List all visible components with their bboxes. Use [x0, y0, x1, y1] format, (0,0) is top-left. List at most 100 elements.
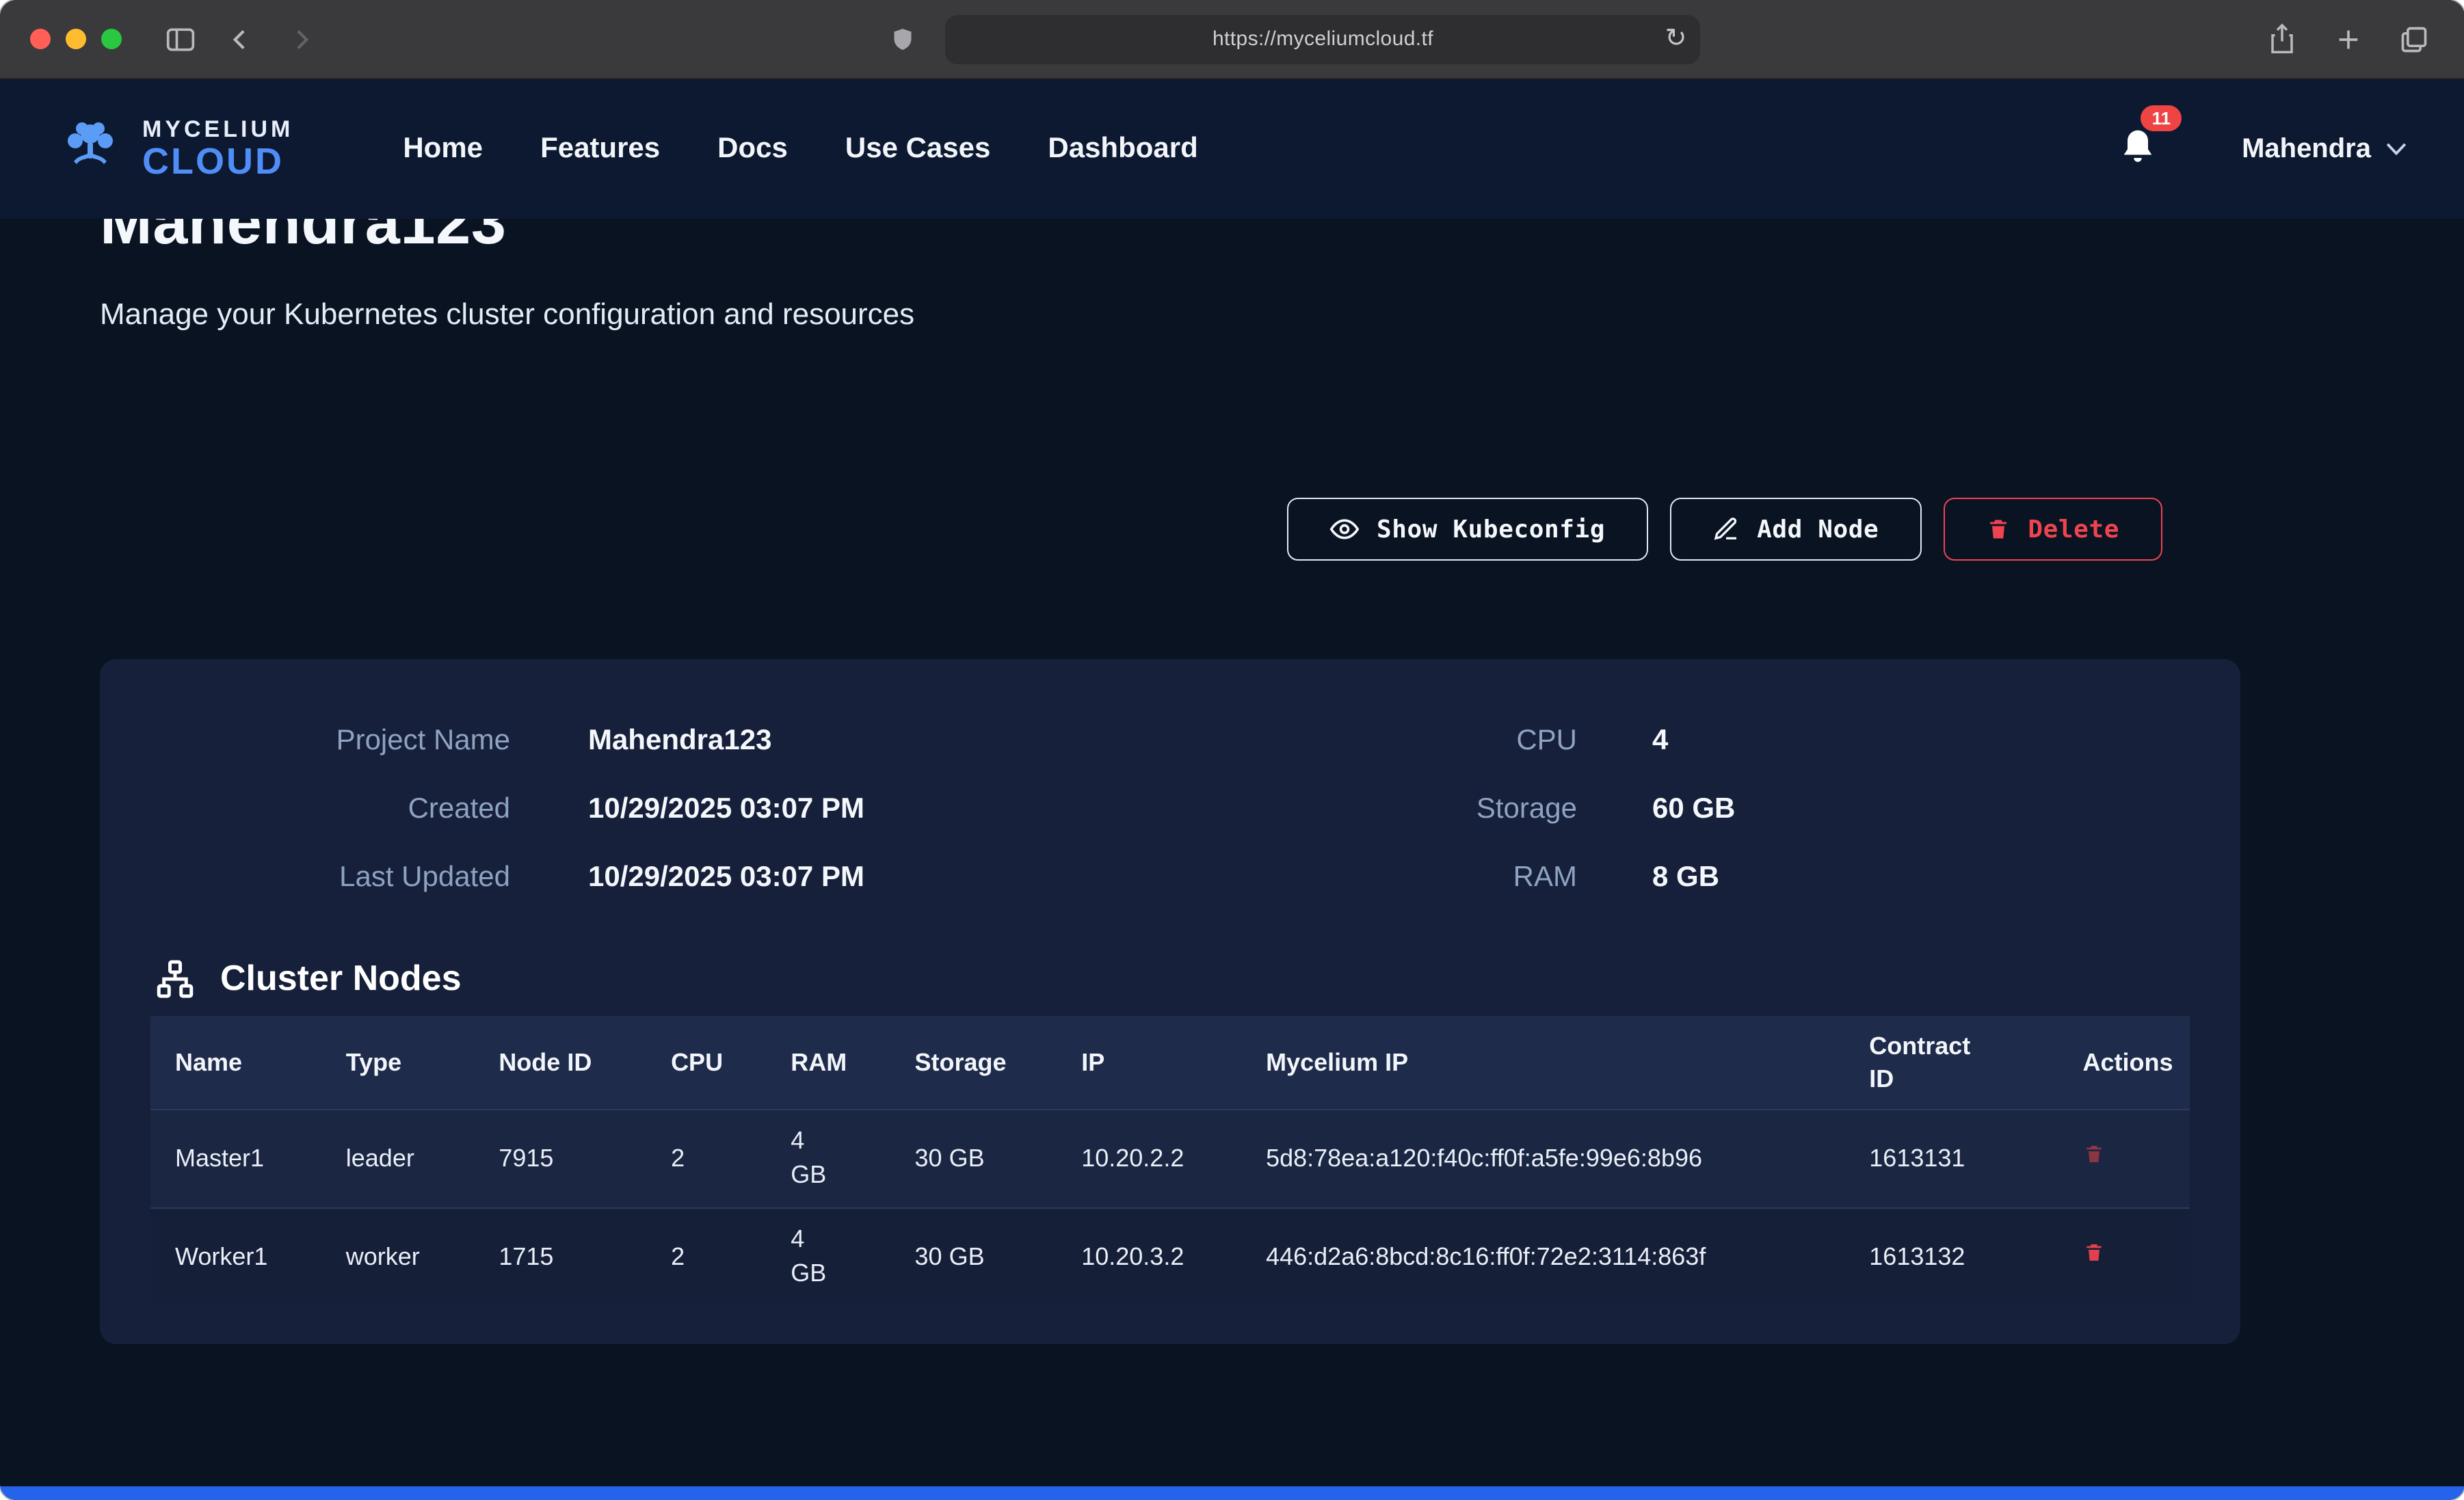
detail-value-cpu: 4	[1577, 725, 2240, 758]
reload-icon[interactable]: ↻	[1665, 20, 1687, 58]
chevron-down-icon	[2385, 141, 2407, 157]
cell-contract-id: 1613132	[1844, 1207, 2058, 1306]
table-header-row: Name Type Node ID CPU RAM Storage IP Myc…	[150, 1016, 2189, 1109]
site-header: MYCELIUM CLOUD Home Features Docs Use Ca…	[0, 79, 2464, 219]
cluster-details: Project Name Mahendra123 CPU 4 Created 1…	[168, 725, 2240, 894]
logo-line2: CLOUD	[142, 144, 293, 180]
nodes-table: Name Type Node ID CPU RAM Storage IP Myc…	[150, 1016, 2189, 1306]
user-menu[interactable]: Mahendra	[2242, 133, 2407, 165]
detail-value-created: 10/29/2025 03:07 PM	[510, 793, 1126, 826]
col-ram: RAM	[766, 1016, 890, 1109]
trash-icon	[2082, 1141, 2104, 1166]
back-button[interactable]	[220, 18, 261, 59]
cell-storage: 30 GB	[890, 1207, 1057, 1306]
cell-actions	[2058, 1207, 2189, 1306]
cluster-nodes-icon	[155, 958, 196, 999]
minimize-window-button[interactable]	[66, 29, 86, 49]
cell-mycelium-ip: 446:d2a6:8bcd:8c16:ff0f:72e2:3114:863f	[1241, 1207, 1844, 1306]
col-actions: Actions	[2058, 1016, 2189, 1109]
nav-docs[interactable]: Docs	[717, 133, 788, 165]
forward-button[interactable]	[280, 18, 321, 59]
col-name: Name	[150, 1016, 321, 1109]
user-name: Mahendra	[2242, 133, 2371, 165]
cell-ram: 4 GB	[766, 1207, 890, 1306]
cell-actions	[2058, 1109, 2189, 1207]
trash-icon	[1985, 515, 2010, 543]
sidebar-toggle-icon[interactable]	[160, 18, 201, 59]
col-cpu: CPU	[646, 1016, 766, 1109]
logo[interactable]: MYCELIUM CLOUD	[57, 118, 293, 180]
share-icon[interactable]	[2262, 18, 2303, 59]
cell-name: Master1	[150, 1109, 321, 1207]
cell-contract-id: 1613131	[1844, 1109, 2058, 1207]
detail-label: Project Name	[168, 725, 510, 758]
detail-label: Storage	[1126, 793, 1577, 826]
delete-node-button[interactable]	[2082, 1141, 2104, 1166]
cell-cpu: 2	[646, 1109, 766, 1207]
page-content: Mahendra123 Manage your Kubernetes clust…	[0, 219, 2464, 1486]
cluster-actions: Show Kubeconfig Add Node Delete	[100, 498, 2162, 561]
zoom-window-button[interactable]	[101, 29, 122, 49]
node-row-worker1: Worker1 worker 1715 2 4 GB 30 GB 10.20.3…	[150, 1207, 2189, 1306]
delete-cluster-button[interactable]: Delete	[1943, 498, 2162, 561]
page-title: Mahendra123	[100, 219, 2240, 257]
cell-node-id: 1715	[474, 1207, 646, 1306]
eye-icon	[1329, 514, 1359, 544]
nav-use-cases[interactable]: Use Cases	[845, 133, 991, 165]
add-node-label: Add Node	[1757, 515, 1879, 544]
detail-label: Created	[168, 793, 510, 826]
cell-type: leader	[321, 1109, 475, 1207]
detail-label: CPU	[1126, 725, 1577, 758]
cluster-details-card: Project Name Mahendra123 CPU 4 Created 1…	[100, 659, 2240, 1344]
address-bar[interactable]: https://myceliumcloud.tf ↻	[946, 14, 1701, 64]
cell-name: Worker1	[150, 1207, 321, 1306]
cell-ram: 4 GB	[766, 1109, 890, 1207]
cell-type: worker	[321, 1207, 475, 1306]
window-controls	[30, 29, 122, 49]
cell-storage: 30 GB	[890, 1109, 1057, 1207]
detail-value-last-updated: 10/29/2025 03:07 PM	[510, 861, 1126, 894]
notification-badge: 11	[2141, 105, 2182, 131]
col-storage: Storage	[890, 1016, 1057, 1109]
col-type: Type	[321, 1016, 475, 1109]
tab-overview-icon[interactable]	[2393, 18, 2434, 59]
cell-mycelium-ip: 5d8:78ea:a120:f40c:ff0f:a5fe:99e6:8b96	[1241, 1109, 1844, 1207]
detail-label: Last Updated	[168, 861, 510, 894]
detail-value-ram: 8 GB	[1577, 861, 2240, 894]
browser-window: https://myceliumcloud.tf ↻	[0, 0, 2464, 1500]
show-kubeconfig-label: Show Kubeconfig	[1377, 515, 1605, 544]
col-mycelium-ip: Mycelium IP	[1241, 1016, 1844, 1109]
detail-label: RAM	[1126, 861, 1577, 894]
pencil-icon	[1712, 515, 1739, 543]
nodes-table-wrap: Name Type Node ID CPU RAM Storage IP Myc…	[150, 1016, 2189, 1306]
cell-node-id: 7915	[474, 1109, 646, 1207]
nav-home[interactable]: Home	[403, 133, 483, 165]
footer-accent-strip	[0, 1486, 2464, 1500]
browser-chrome: https://myceliumcloud.tf ↻	[0, 0, 2464, 79]
col-ip: IP	[1057, 1016, 1241, 1109]
cluster-nodes-title: Cluster Nodes	[220, 957, 462, 1000]
nav-features[interactable]: Features	[540, 133, 660, 165]
new-tab-icon[interactable]	[2327, 18, 2368, 59]
cell-cpu: 2	[646, 1207, 766, 1306]
logo-text: MYCELIUM CLOUD	[142, 118, 293, 180]
delete-node-button[interactable]	[2082, 1240, 2104, 1265]
col-contract-id: Contract ID	[1844, 1016, 2058, 1109]
cell-ip: 10.20.2.2	[1057, 1109, 1241, 1207]
privacy-shield-icon[interactable]	[883, 18, 924, 59]
col-node-id: Node ID	[474, 1016, 646, 1109]
cluster-nodes-heading: Cluster Nodes	[155, 957, 2240, 1000]
close-window-button[interactable]	[30, 29, 51, 49]
main-nav: Home Features Docs Use Cases Dashboard	[403, 133, 1197, 165]
nav-dashboard[interactable]: Dashboard	[1048, 133, 1197, 165]
bell-icon	[2119, 127, 2157, 168]
show-kubeconfig-button[interactable]: Show Kubeconfig	[1286, 498, 1647, 561]
add-node-button[interactable]: Add Node	[1669, 498, 1921, 561]
node-row-master1: Master1 leader 7915 2 4 GB 30 GB 10.20.2…	[150, 1109, 2189, 1207]
notifications-button[interactable]: 11	[2119, 127, 2160, 171]
trash-icon	[2082, 1240, 2104, 1265]
mycelium-cloud-logo-icon	[57, 120, 123, 178]
delete-label: Delete	[2028, 515, 2119, 544]
url-text: https://myceliumcloud.tf	[1213, 27, 1433, 51]
logo-line1: MYCELIUM	[142, 118, 293, 141]
